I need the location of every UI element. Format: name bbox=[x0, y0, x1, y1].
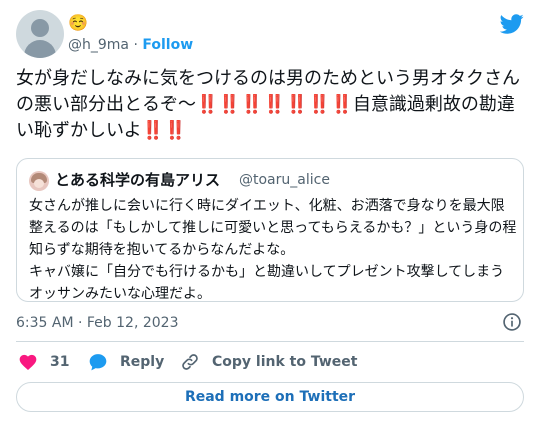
user-handle[interactable]: @h_9ma bbox=[68, 37, 129, 53]
read-more-button[interactable]: Read more on Twitter bbox=[16, 382, 524, 412]
quoted-text: 女さんが推しに会いに行く時にダイエット、化粧、お洒落で身なりを最大限整えるのは「… bbox=[29, 198, 517, 302]
action-bar: 31 Reply Copy link to Tweet bbox=[16, 350, 524, 374]
avatar[interactable] bbox=[16, 10, 64, 58]
tweet-text: 女が身だしなみに気をつけるのは男のためという男オタクさんの悪い部分出とるぞ〜‼️… bbox=[16, 68, 520, 141]
divider bbox=[16, 341, 524, 342]
display-name[interactable]: ☺️ bbox=[68, 14, 88, 32]
reply-button[interactable]: Reply bbox=[88, 350, 164, 374]
separator: · bbox=[133, 37, 138, 53]
quoted-avatar bbox=[29, 171, 49, 191]
reply-label: Reply bbox=[120, 354, 165, 370]
copy-link-label: Copy link to Tweet bbox=[212, 354, 358, 370]
speech-bubble-icon bbox=[89, 354, 107, 371]
quoted-tweet[interactable]: とある科学の有島アリス @toaru_alice 女さんが推しに会いに行く時にダ… bbox=[16, 158, 524, 302]
timestamp[interactable]: 6:35 AM · Feb 12, 2023 bbox=[16, 314, 178, 332]
like-count: 31 bbox=[50, 354, 70, 370]
like-button[interactable]: 31 bbox=[18, 350, 69, 374]
heart-icon bbox=[19, 354, 37, 370]
tweet-header: ☺️ @h_9ma · Follow bbox=[16, 10, 524, 62]
link-icon bbox=[182, 354, 198, 370]
handle-row: @h_9ma · Follow bbox=[68, 36, 193, 54]
copy-link-button[interactable]: Copy link to Tweet bbox=[180, 350, 357, 374]
info-icon[interactable] bbox=[502, 312, 522, 332]
quoted-display-name: とある科学の有島アリス bbox=[55, 171, 221, 189]
quoted-handle: @toaru_alice bbox=[239, 172, 330, 188]
twitter-bird-icon[interactable] bbox=[500, 12, 524, 36]
follow-button[interactable]: Follow bbox=[142, 37, 193, 53]
